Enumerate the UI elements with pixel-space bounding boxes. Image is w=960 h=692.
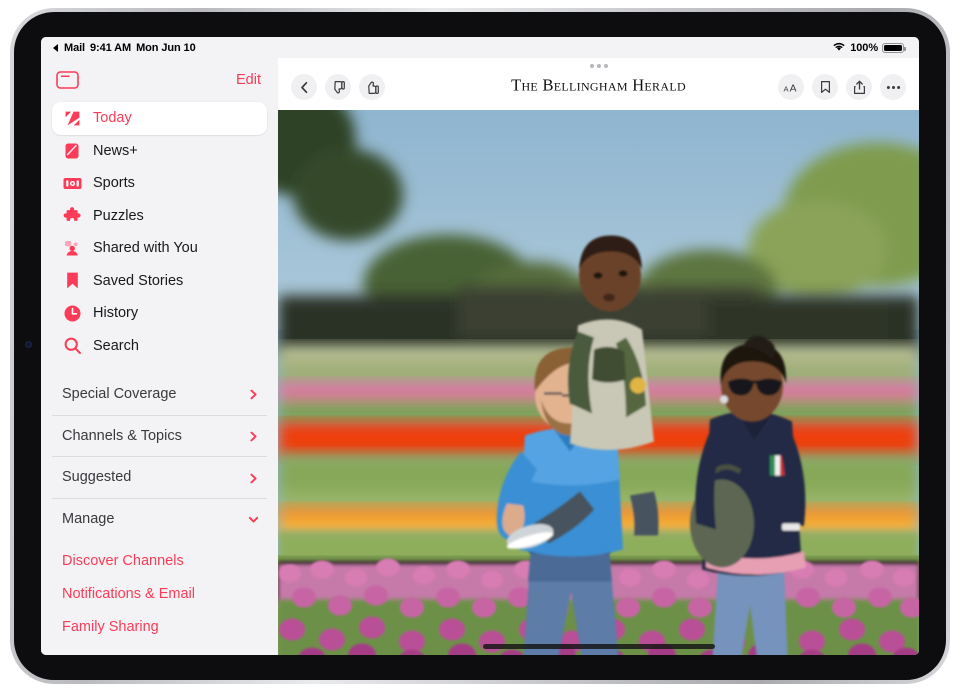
svg-text:A: A <box>789 83 796 93</box>
sidebar-item-label: History <box>93 305 138 321</box>
sidebar-section-manage[interactable]: Manage <box>52 498 267 540</box>
shared-with-you-icon <box>62 238 82 258</box>
sidebar-item-history[interactable]: History <box>52 297 267 330</box>
sidebar-section-label: Suggested <box>62 469 131 485</box>
like-button[interactable] <box>359 74 385 100</box>
scoreboard-icon <box>62 173 82 193</box>
sidebar-item-label: Sports <box>93 175 135 191</box>
save-story-button[interactable] <box>812 74 838 100</box>
sidebar-link-discover-channels[interactable]: Discover Channels <box>52 544 267 577</box>
back-to-app-label[interactable]: Mail <box>64 42 85 54</box>
sidebar-toggle-icon[interactable] <box>56 71 79 89</box>
battery-full-icon <box>882 43 904 53</box>
news-plus-icon <box>62 141 82 161</box>
sidebar-item-label: Today <box>93 110 132 126</box>
edit-button[interactable]: Edit <box>236 72 261 88</box>
status-bar-left: Mail 9:41 AM Mon Jun 10 <box>53 42 196 54</box>
chevron-right-icon <box>248 472 259 483</box>
status-bar: Mail 9:41 AM Mon Jun 10 100% <box>41 37 919 58</box>
sidebar-item-saved-stories[interactable]: Saved Stories <box>52 265 267 298</box>
sidebar-section-channels-topics[interactable]: Channels & Topics <box>52 415 267 457</box>
apple-news-icon <box>62 108 82 128</box>
sidebar-item-label: Shared with You <box>93 240 198 256</box>
sidebar-item-news-plus[interactable]: News+ <box>52 135 267 168</box>
back-button[interactable] <box>291 74 317 100</box>
sidebar-section-label: Special Coverage <box>62 386 176 402</box>
sidebar-section-list: Special Coverage Channels & Topics Sugge… <box>52 373 267 539</box>
sidebar-item-search[interactable]: Search <box>52 330 267 363</box>
sidebar-item-label: Puzzles <box>93 208 144 224</box>
sidebar-section-special-coverage[interactable]: Special Coverage <box>52 373 267 415</box>
chevron-right-icon <box>248 430 259 441</box>
sidebar-manage-links: Discover Channels Notifications & Email … <box>52 539 267 643</box>
sidebar-link-notifications-email[interactable]: Notifications & Email <box>52 577 267 610</box>
text-size-aa-icon[interactable]: A A <box>778 74 804 100</box>
sidebar-section-label: Channels & Topics <box>62 428 182 444</box>
sidebar-item-today[interactable]: Today <box>52 102 267 135</box>
sidebar-header: Edit <box>52 58 267 102</box>
sidebar-nav-list: Today News+ <box>52 102 267 362</box>
multitask-handle-icon[interactable] <box>590 64 608 68</box>
sidebar-link-family-sharing[interactable]: Family Sharing <box>52 610 267 643</box>
ipad-screen: Mail 9:41 AM Mon Jun 10 100% <box>41 37 919 655</box>
chevron-down-icon <box>248 513 259 524</box>
status-date: Mon Jun 10 <box>136 42 196 54</box>
sidebar-section-suggested[interactable]: Suggested <box>52 456 267 498</box>
search-icon <box>62 336 82 356</box>
sidebar-item-label: Saved Stories <box>93 273 183 289</box>
battery-percent-label: 100% <box>850 42 878 54</box>
sidebar-item-puzzles[interactable]: Puzzles <box>52 200 267 233</box>
wifi-icon <box>832 41 846 55</box>
sidebar-item-label: Search <box>93 338 139 354</box>
back-to-app-arrow-icon[interactable] <box>53 44 58 52</box>
article-pane: The Bellingham Herald A A <box>278 58 919 655</box>
status-time: 9:41 AM <box>90 42 131 54</box>
share-button[interactable] <box>846 74 872 100</box>
chevron-right-icon <box>248 388 259 399</box>
sidebar-item-shared-with-you[interactable]: Shared with You <box>52 232 267 265</box>
sidebar-section-label: Manage <box>62 511 114 527</box>
clock-icon <box>62 303 82 323</box>
toolbar-left-group <box>291 74 385 100</box>
front-camera <box>25 341 32 348</box>
svg-text:A: A <box>783 84 789 93</box>
sidebar: Edit Today <box>41 58 278 655</box>
home-indicator[interactable] <box>483 644 715 649</box>
publication-title: The Bellingham Herald <box>511 76 686 96</box>
sidebar-item-sports[interactable]: Sports <box>52 167 267 200</box>
sidebar-item-label: News+ <box>93 143 138 159</box>
app-body: Edit Today <box>41 58 919 655</box>
status-bar-right: 100% <box>832 41 904 55</box>
dislike-button[interactable] <box>325 74 351 100</box>
puzzle-piece-icon <box>62 206 82 226</box>
toolbar-right-group: A A <box>778 74 906 100</box>
article-hero-photo <box>278 110 919 655</box>
more-options-button[interactable] <box>880 74 906 100</box>
bookmark-icon <box>62 271 82 291</box>
